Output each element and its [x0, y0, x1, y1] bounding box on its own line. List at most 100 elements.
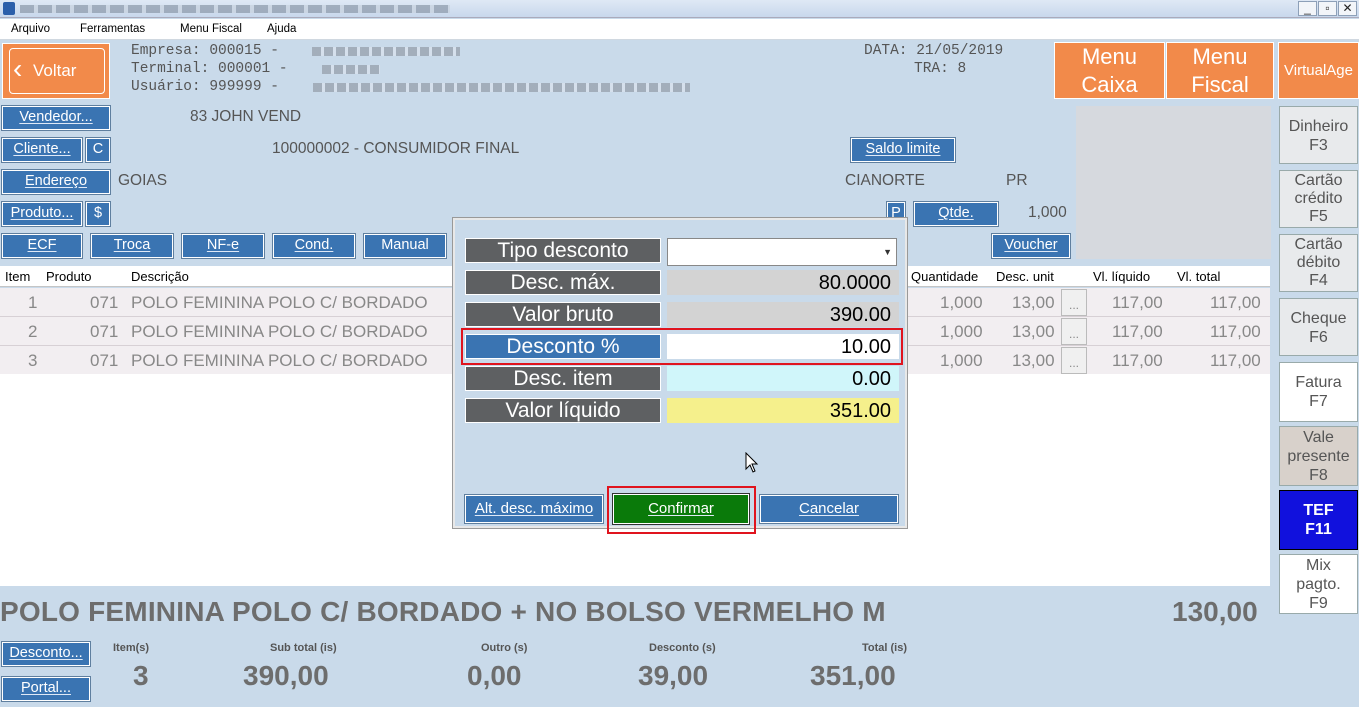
cell-quantidade: 1,000 [940, 351, 983, 370]
fatura-button[interactable]: Fatura F7 [1279, 362, 1358, 422]
cheque-button[interactable]: Cheque F6 [1279, 298, 1358, 356]
col-desc-unit[interactable]: Desc. unit [996, 269, 1054, 284]
usuario-label: Usuário: 999999 - [131, 79, 279, 95]
col-quantidade[interactable]: Quantidade [911, 269, 978, 284]
discount-dialog: Tipo desconto ▼ Desc. máx. 80.0000 Valor… [452, 217, 908, 534]
close-button[interactable]: ✕ [1338, 1, 1357, 16]
cell-item: 1 [28, 293, 38, 312]
alt-desc-maximo-button[interactable]: Alt. desc. máximo [464, 494, 604, 524]
tra-label: TRA: 8 [914, 61, 967, 77]
voltar-button[interactable]: ‹ Voltar [2, 43, 110, 99]
cancelar-button[interactable]: Cancelar [759, 494, 899, 524]
saldo-limite-button[interactable]: Saldo limite [850, 137, 956, 163]
cell-quantidade: 1,000 [940, 293, 983, 312]
cell-produto: 071 [90, 322, 119, 341]
ecf-button[interactable]: ECF [1, 233, 83, 259]
vale-presente-button[interactable]: Vale presente F8 [1279, 426, 1358, 486]
chevron-down-icon: ▼ [883, 247, 892, 257]
cell-produto: 071 [90, 293, 119, 312]
col-produto[interactable]: Produto [46, 269, 92, 284]
tipo-desconto-label: Tipo desconto [465, 238, 661, 263]
tipo-desconto-select[interactable]: ▼ [667, 238, 897, 266]
confirmar-button[interactable]: Confirmar [612, 493, 750, 525]
voltar-label: Voltar [33, 61, 77, 80]
menu-fiscal-line1: Menu [1192, 44, 1248, 69]
window-title-redacted [20, 5, 450, 13]
row-details-button[interactable]: ... [1061, 347, 1087, 374]
cell-item: 3 [28, 351, 38, 370]
row-details-button[interactable]: ... [1061, 318, 1087, 345]
mouse-cursor-icon [745, 452, 759, 473]
uf-text: PR [1006, 172, 1028, 189]
cheque-label: Cheque [1290, 310, 1347, 327]
cell-vl-total: 117,00 [1210, 351, 1261, 370]
col-item[interactable]: Item [5, 269, 30, 284]
desconto-button[interactable]: Desconto... [1, 641, 91, 667]
troca-button[interactable]: Troca [90, 233, 174, 259]
menu-ajuda[interactable]: Ajuda [267, 23, 296, 35]
empresa-label: Empresa: 000015 - [131, 43, 279, 59]
manual-button[interactable]: Manual [363, 233, 447, 259]
cliente-c-button[interactable]: C [85, 137, 111, 163]
items-value: 3 [133, 660, 149, 691]
cell-vl-liquido: 117,00 [1112, 322, 1163, 341]
desc-item-field[interactable]: 0.00 [667, 366, 899, 391]
empresa-name-redacted [312, 47, 460, 56]
usuario-name-redacted [313, 83, 690, 92]
vendedor-name: 83 JOHN VEND [190, 108, 302, 125]
subtotal-value: 390,00 [243, 660, 329, 691]
cell-descricao: POLO FEMININA POLO C/ BORDADO [131, 322, 428, 341]
portal-button[interactable]: Portal... [1, 676, 91, 702]
menu-bar: Arquivo Ferramentas Menu Fiscal Ajuda [0, 19, 1359, 40]
desconto-highlight [461, 328, 903, 365]
col-descricao[interactable]: Descrição [131, 269, 189, 284]
cell-desc-unit: 13,00 [1012, 322, 1055, 341]
nfe-button[interactable]: NF-e [181, 233, 265, 259]
endereco-button[interactable]: Endereço [1, 169, 111, 195]
cell-desc-unit: 13,00 [1012, 351, 1055, 370]
menu-menu-fiscal[interactable]: Menu Fiscal [180, 23, 242, 35]
col-vl-liquido[interactable]: Vl. líquido [1093, 269, 1150, 284]
col-vl-total[interactable]: Vl. total [1177, 269, 1220, 284]
restore-button[interactable]: ▫ [1318, 1, 1337, 16]
dinheiro-button[interactable]: Dinheiro F3 [1279, 106, 1358, 164]
terminal-name-redacted [322, 65, 380, 74]
desc-max-field: 80.0000 [667, 270, 899, 295]
desconto-total-value: 39,00 [638, 660, 709, 691]
subtotal-label: Sub total (is) [270, 642, 337, 654]
row-details-button[interactable]: ... [1061, 289, 1087, 316]
cell-desc-unit: 13,00 [1012, 293, 1055, 312]
tef-key: F11 [1305, 521, 1332, 538]
tef-button[interactable]: TEF F11 [1279, 490, 1358, 550]
chevron-left-icon: ‹ [13, 53, 23, 84]
menu-caixa-line1: Menu [1081, 44, 1138, 69]
virtualage-button[interactable]: VirtualAge [1278, 42, 1359, 99]
cell-vl-liquido: 117,00 [1112, 293, 1163, 312]
produto-button[interactable]: Produto... [1, 201, 83, 227]
qtde-button[interactable]: Qtde. [913, 201, 999, 227]
cartao-debito-button[interactable]: Cartão débito F4 [1279, 234, 1358, 292]
outro-value: 0,00 [467, 660, 522, 691]
vale-presente-label: Vale presente [1287, 429, 1350, 465]
items-label: Item(s) [113, 642, 150, 654]
mix-pagto-button[interactable]: Mix pagto. F9 [1279, 554, 1358, 614]
cell-vl-liquido: 117,00 [1112, 351, 1163, 370]
cartao-credito-button[interactable]: Cartão crédito F5 [1279, 170, 1358, 228]
voucher-button[interactable]: Voucher [991, 233, 1071, 259]
menu-caixa-button[interactable]: Menu Caixa [1054, 42, 1165, 99]
cartao-credito-key: F5 [1309, 208, 1328, 225]
vendedor-button[interactable]: Vendedor... [1, 105, 111, 131]
current-product-price: 130,00 [1172, 596, 1258, 627]
menu-ferramentas[interactable]: Ferramentas [80, 23, 145, 35]
produto-dollar-button[interactable]: $ [85, 201, 111, 227]
menu-fiscal-button[interactable]: Menu Fiscal [1166, 42, 1274, 99]
cell-vl-total: 117,00 [1210, 322, 1261, 341]
tef-label: TEF [1303, 502, 1334, 519]
cond-button[interactable]: Cond. [272, 233, 356, 259]
minimize-button[interactable]: _ [1298, 1, 1317, 16]
menu-arquivo[interactable]: Arquivo [11, 23, 50, 35]
cliente-button[interactable]: Cliente... [1, 137, 83, 163]
desc-item-label: Desc. item [465, 366, 661, 391]
outro-label: Outro (s) [481, 642, 528, 654]
desconto-total-label: Desconto (s) [649, 642, 716, 654]
